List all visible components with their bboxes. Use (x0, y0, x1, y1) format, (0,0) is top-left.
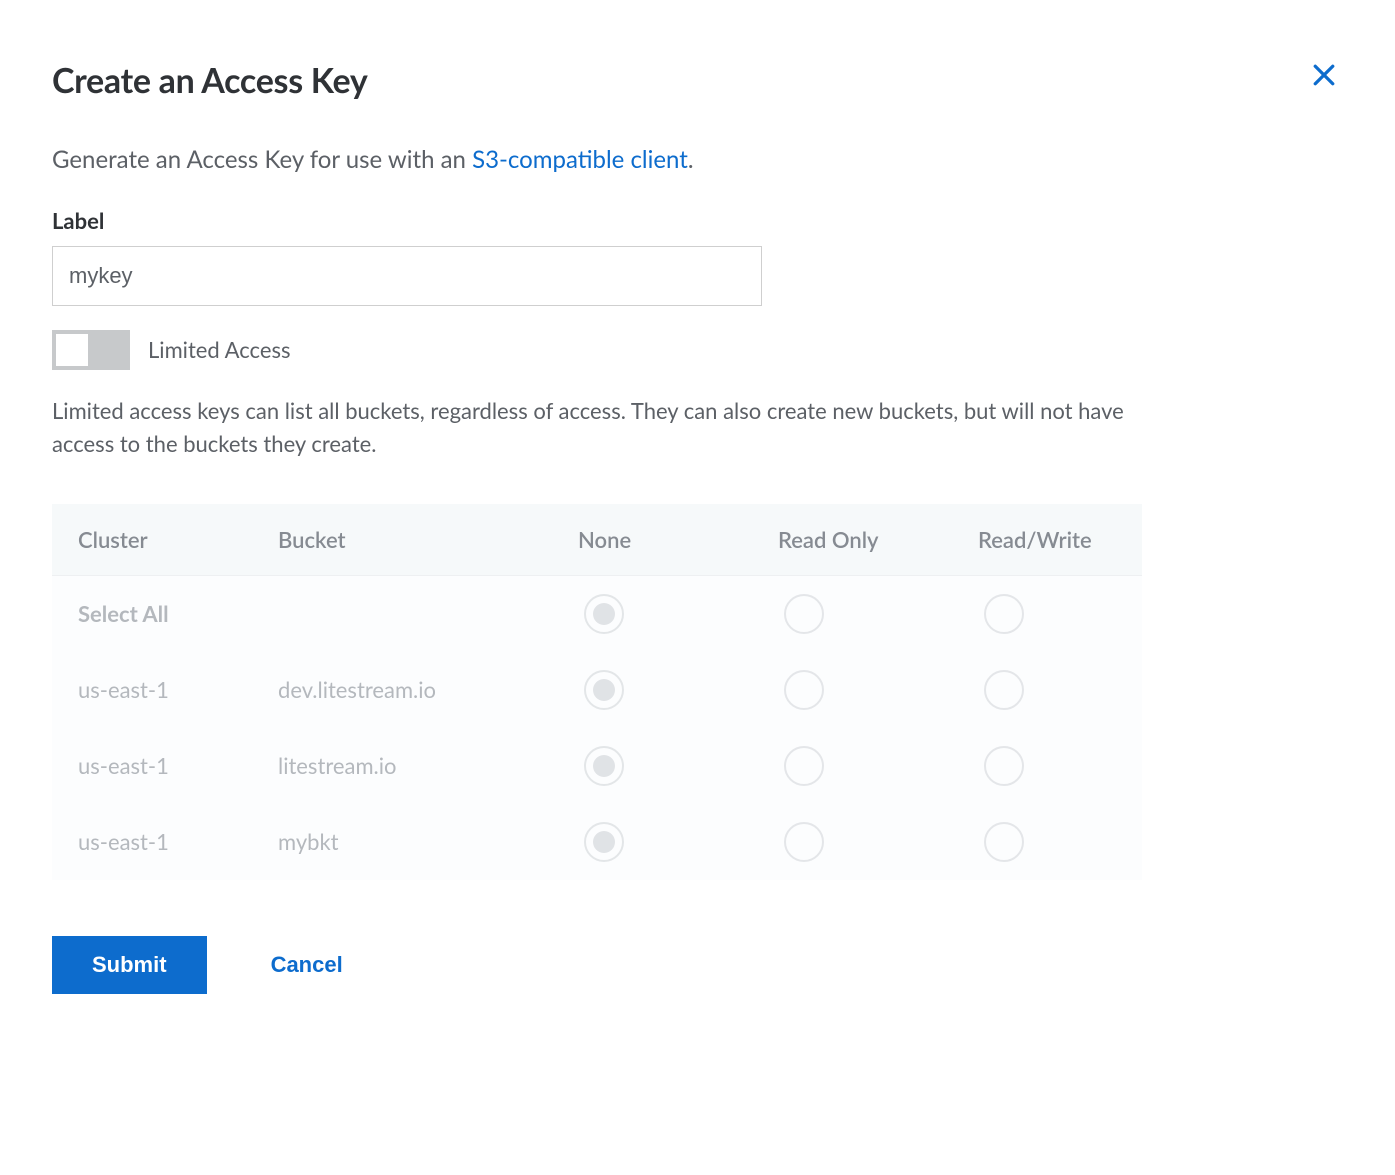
limited-access-help-text: Limited access keys can list all buckets… (52, 394, 1132, 460)
col-header-read-write: Read/Write (952, 504, 1142, 576)
read-write-cell (952, 652, 1142, 728)
label-input[interactable] (52, 246, 762, 306)
s3-compatible-client-link[interactable]: S3-compatible client (472, 145, 688, 174)
bucket-cell: litestream.io (252, 728, 552, 804)
bucket-cell (252, 575, 552, 652)
table-row: us-east-1mybkt (52, 804, 1142, 880)
dialog-description: Generate an Access Key for use with an S… (52, 143, 1343, 177)
access-read-only-radio[interactable] (784, 670, 824, 710)
bucket-cell: dev.litestream.io (252, 652, 552, 728)
drawer-header: Create an Access Key (52, 60, 1343, 143)
read-write-cell (952, 804, 1142, 880)
cluster-cell: us-east-1 (52, 804, 252, 880)
read-only-cell (752, 728, 952, 804)
none-cell (552, 652, 752, 728)
cluster-cell: us-east-1 (52, 652, 252, 728)
limited-access-toggle-label: Limited Access (148, 336, 291, 363)
access-read-write-radio[interactable] (984, 746, 1024, 786)
read-write-cell (952, 575, 1142, 652)
access-read-only-radio[interactable] (784, 746, 824, 786)
cluster-cell: Select All (52, 575, 252, 652)
col-header-read-only: Read Only (752, 504, 952, 576)
select-all-row: Select All (52, 575, 1142, 652)
dialog-description-prefix: Generate an Access Key for use with an (52, 145, 472, 174)
none-cell (552, 804, 752, 880)
cluster-cell: us-east-1 (52, 728, 252, 804)
col-header-bucket: Bucket (252, 504, 552, 576)
none-cell (552, 728, 752, 804)
dialog-title: Create an Access Key (52, 60, 368, 101)
create-access-key-drawer: Create an Access Key Generate an Access … (0, 0, 1395, 1046)
submit-button[interactable]: Submit (52, 936, 207, 994)
access-none-radio[interactable] (584, 594, 624, 634)
bucket-cell: mybkt (252, 804, 552, 880)
bucket-access-tbody: Select Allus-east-1dev.litestream.ious-e… (52, 575, 1142, 880)
read-only-cell (752, 575, 952, 652)
table-row: us-east-1dev.litestream.io (52, 652, 1142, 728)
access-none-radio[interactable] (584, 746, 624, 786)
read-only-cell (752, 804, 952, 880)
access-read-only-radio[interactable] (784, 594, 824, 634)
access-none-radio[interactable] (584, 670, 624, 710)
close-icon (1309, 60, 1339, 90)
dialog-actions: Submit Cancel (52, 936, 1343, 994)
limited-access-toggle[interactable] (52, 330, 130, 370)
access-none-radio[interactable] (584, 822, 624, 862)
table-row: us-east-1litestream.io (52, 728, 1142, 804)
access-read-only-radio[interactable] (784, 822, 824, 862)
close-button[interactable] (1305, 56, 1343, 97)
read-write-cell (952, 728, 1142, 804)
read-only-cell (752, 652, 952, 728)
bucket-access-table: Cluster Bucket None Read Only Read/Write… (52, 504, 1142, 880)
limited-access-toggle-row: Limited Access (52, 330, 1343, 370)
access-read-write-radio[interactable] (984, 822, 1024, 862)
col-header-none: None (552, 504, 752, 576)
access-read-write-radio[interactable] (984, 670, 1024, 710)
label-field-caption: Label (52, 207, 1343, 234)
cancel-button[interactable]: Cancel (271, 952, 343, 978)
access-read-write-radio[interactable] (984, 594, 1024, 634)
col-header-cluster: Cluster (52, 504, 252, 576)
none-cell (552, 575, 752, 652)
dialog-description-suffix: . (688, 145, 694, 174)
